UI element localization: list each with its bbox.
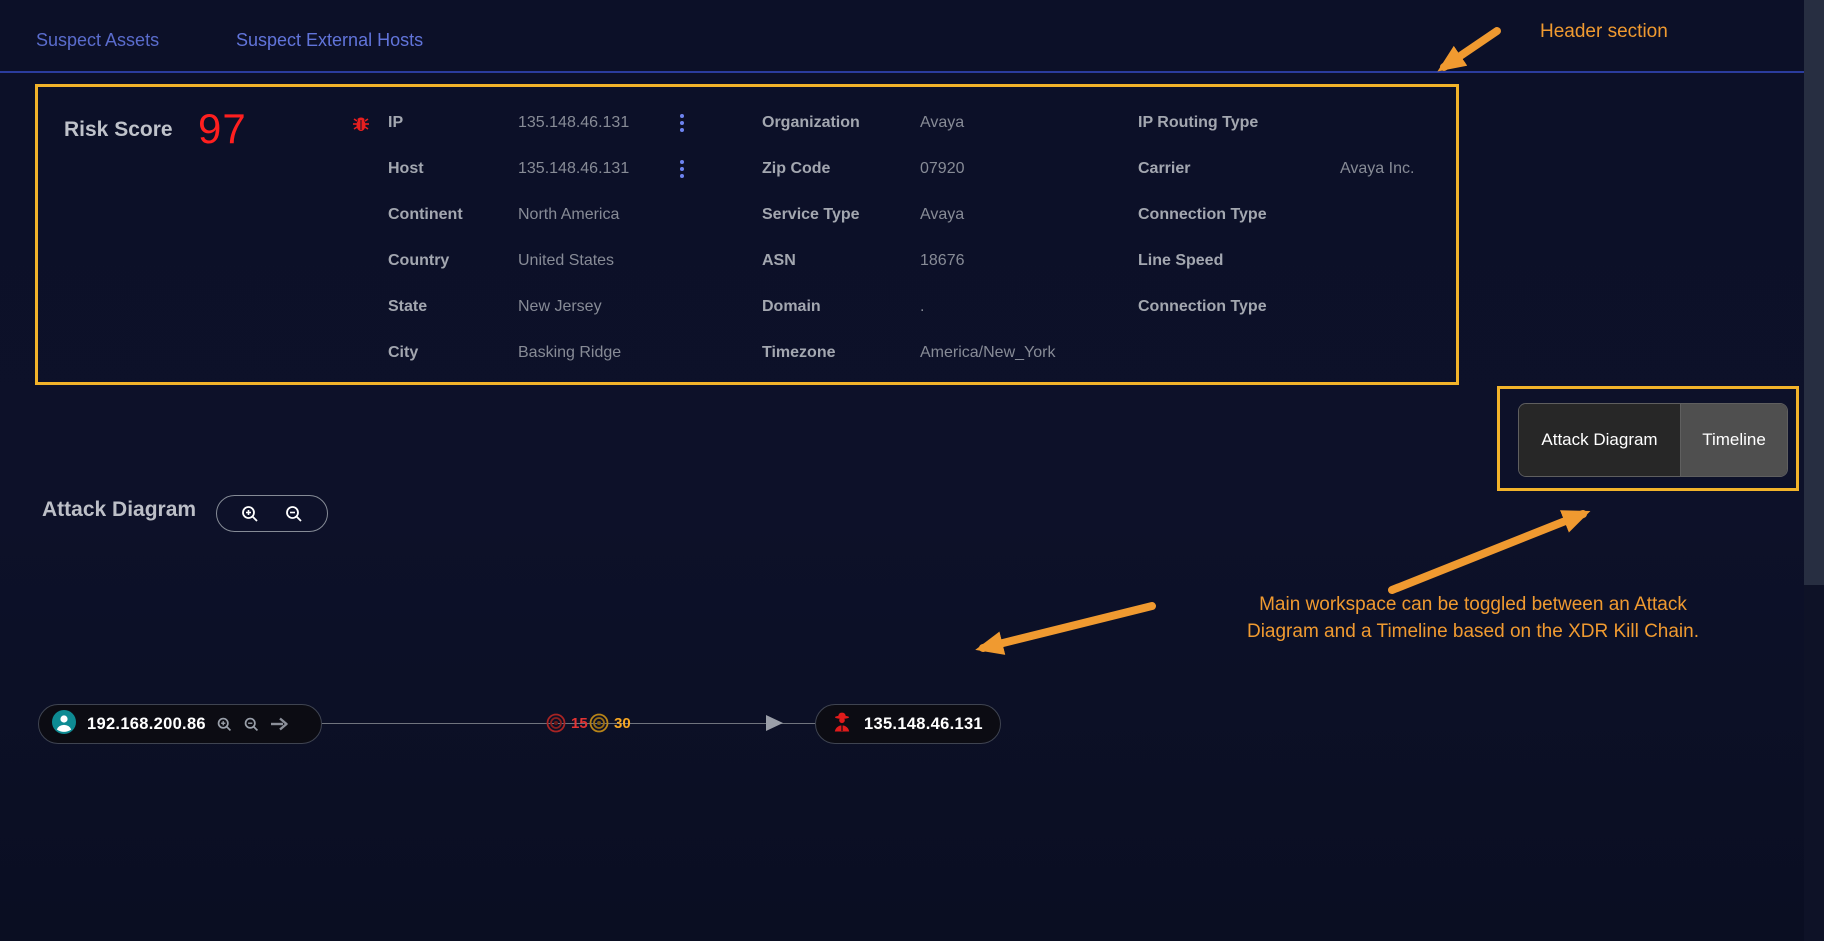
detail-value: New Jersey xyxy=(518,284,676,330)
risk-score-value: 97 xyxy=(198,105,247,153)
page-scrollbar-thumb[interactable] xyxy=(1804,0,1824,585)
detail-label: Country xyxy=(388,238,518,284)
detail-label: Continent xyxy=(388,192,518,238)
detail-value: 135.148.46.131 xyxy=(518,146,676,192)
detail-label: Organization xyxy=(762,100,920,146)
tab-suspect-assets-label: Suspect Assets xyxy=(36,30,159,50)
detail-label: Connection Type xyxy=(1138,284,1340,330)
edge-badge-warning-count: 30 xyxy=(614,715,631,732)
node-zoom-in-button[interactable] xyxy=(216,716,233,733)
target-node-ip: 135.148.46.131 xyxy=(864,715,983,734)
source-node-ip: 192.168.200.86 xyxy=(87,715,206,734)
detail-value xyxy=(1340,100,1460,146)
detail-value: Avaya Inc. xyxy=(1340,146,1460,192)
zoom-in-button[interactable] xyxy=(240,504,260,524)
malware-bug-icon xyxy=(350,112,372,139)
detail-label: City xyxy=(388,330,518,376)
detail-label: Carrier xyxy=(1138,146,1340,192)
detail-value: . xyxy=(920,284,1130,330)
detail-label: Connection Type xyxy=(1138,192,1340,238)
details-column-3: IP Routing Type Carrier Avaya Inc. Conne… xyxy=(1138,100,1460,330)
toggle-timeline-label: Timeline xyxy=(1702,430,1766,450)
toggle-timeline-button[interactable]: Timeline xyxy=(1681,404,1787,476)
annotation-workspace-note-line1: Main workspace can be toggled between an… xyxy=(1223,591,1723,618)
user-icon xyxy=(51,709,77,740)
details-column-2: Organization Avaya Zip Code 07920 Servic… xyxy=(762,100,1130,376)
attack-diagram-section-title: Attack Diagram xyxy=(42,498,196,522)
node-source-asset[interactable]: 192.168.200.86 xyxy=(38,704,322,744)
zoom-in-icon xyxy=(216,716,233,733)
ip-kebab-menu-icon[interactable] xyxy=(676,110,688,136)
toggle-attack-diagram-label: Attack Diagram xyxy=(1541,430,1657,450)
tab-suspect-external-hosts-label: Suspect External Hosts xyxy=(236,30,423,50)
detail-label: IP Routing Type xyxy=(1138,100,1340,146)
detail-value: Basking Ridge xyxy=(518,330,676,376)
zoom-in-icon xyxy=(240,504,260,524)
detail-label: Service Type xyxy=(762,192,920,238)
edge-badge-warning: 30 xyxy=(588,712,631,734)
detail-value: America/New_York xyxy=(920,330,1130,376)
annotation-workspace-note: Main workspace can be toggled between an… xyxy=(1223,591,1723,645)
tabbar-divider xyxy=(0,71,1804,73)
detail-label: Line Speed xyxy=(1138,238,1340,284)
detail-value xyxy=(1340,192,1460,238)
detail-value xyxy=(1340,284,1460,330)
detail-value: Avaya xyxy=(920,100,1130,146)
target-rings-red-icon xyxy=(545,712,567,734)
detail-label: Host xyxy=(388,146,518,192)
host-kebab-menu-icon[interactable] xyxy=(676,156,688,182)
toggle-attack-diagram-button[interactable]: Attack Diagram xyxy=(1519,404,1681,476)
detail-value: 07920 xyxy=(920,146,1130,192)
detail-label: ASN xyxy=(762,238,920,284)
node-target-host[interactable]: 135.148.46.131 xyxy=(815,704,1001,744)
target-rings-orange-icon xyxy=(588,712,610,734)
detail-value: United States xyxy=(518,238,676,284)
detail-value xyxy=(1340,238,1460,284)
zoom-out-icon xyxy=(284,504,304,524)
detail-label: State xyxy=(388,284,518,330)
tab-suspect-assets[interactable]: Suspect Assets xyxy=(36,30,159,51)
detail-label: Domain xyxy=(762,284,920,330)
node-expand-arrow-button[interactable] xyxy=(270,717,288,731)
workspace-view-toggle: Attack Diagram Timeline xyxy=(1518,403,1788,477)
zoom-out-icon xyxy=(243,716,260,733)
annotation-header-section: Header section xyxy=(1540,21,1668,43)
diagram-zoom-controls xyxy=(216,495,328,532)
edge-badge-critical: 15 xyxy=(545,712,588,734)
risk-score-label: Risk Score xyxy=(64,118,173,142)
detail-value: North America xyxy=(518,192,676,238)
detail-value: 18676 xyxy=(920,238,1130,284)
edge-badge-critical-count: 15 xyxy=(571,715,588,732)
node-zoom-out-button[interactable] xyxy=(243,716,260,733)
zoom-out-button[interactable] xyxy=(284,504,304,524)
detail-label: Timezone xyxy=(762,330,920,376)
attacker-icon xyxy=(832,711,852,738)
annotation-workspace-note-line2: Diagram and a Timeline based on the XDR … xyxy=(1223,618,1723,645)
arrow-right-icon xyxy=(270,717,288,731)
details-column-1: IP 135.148.46.131 Host 135.148.46.131 Co… xyxy=(388,100,704,376)
detail-value: Avaya xyxy=(920,192,1130,238)
detail-label: Zip Code xyxy=(762,146,920,192)
detail-value: 135.148.46.131 xyxy=(518,100,676,146)
tab-suspect-external-hosts[interactable]: Suspect External Hosts xyxy=(236,30,423,51)
detail-label: IP xyxy=(388,100,518,146)
attack-edge-arrowhead-icon xyxy=(766,715,783,731)
